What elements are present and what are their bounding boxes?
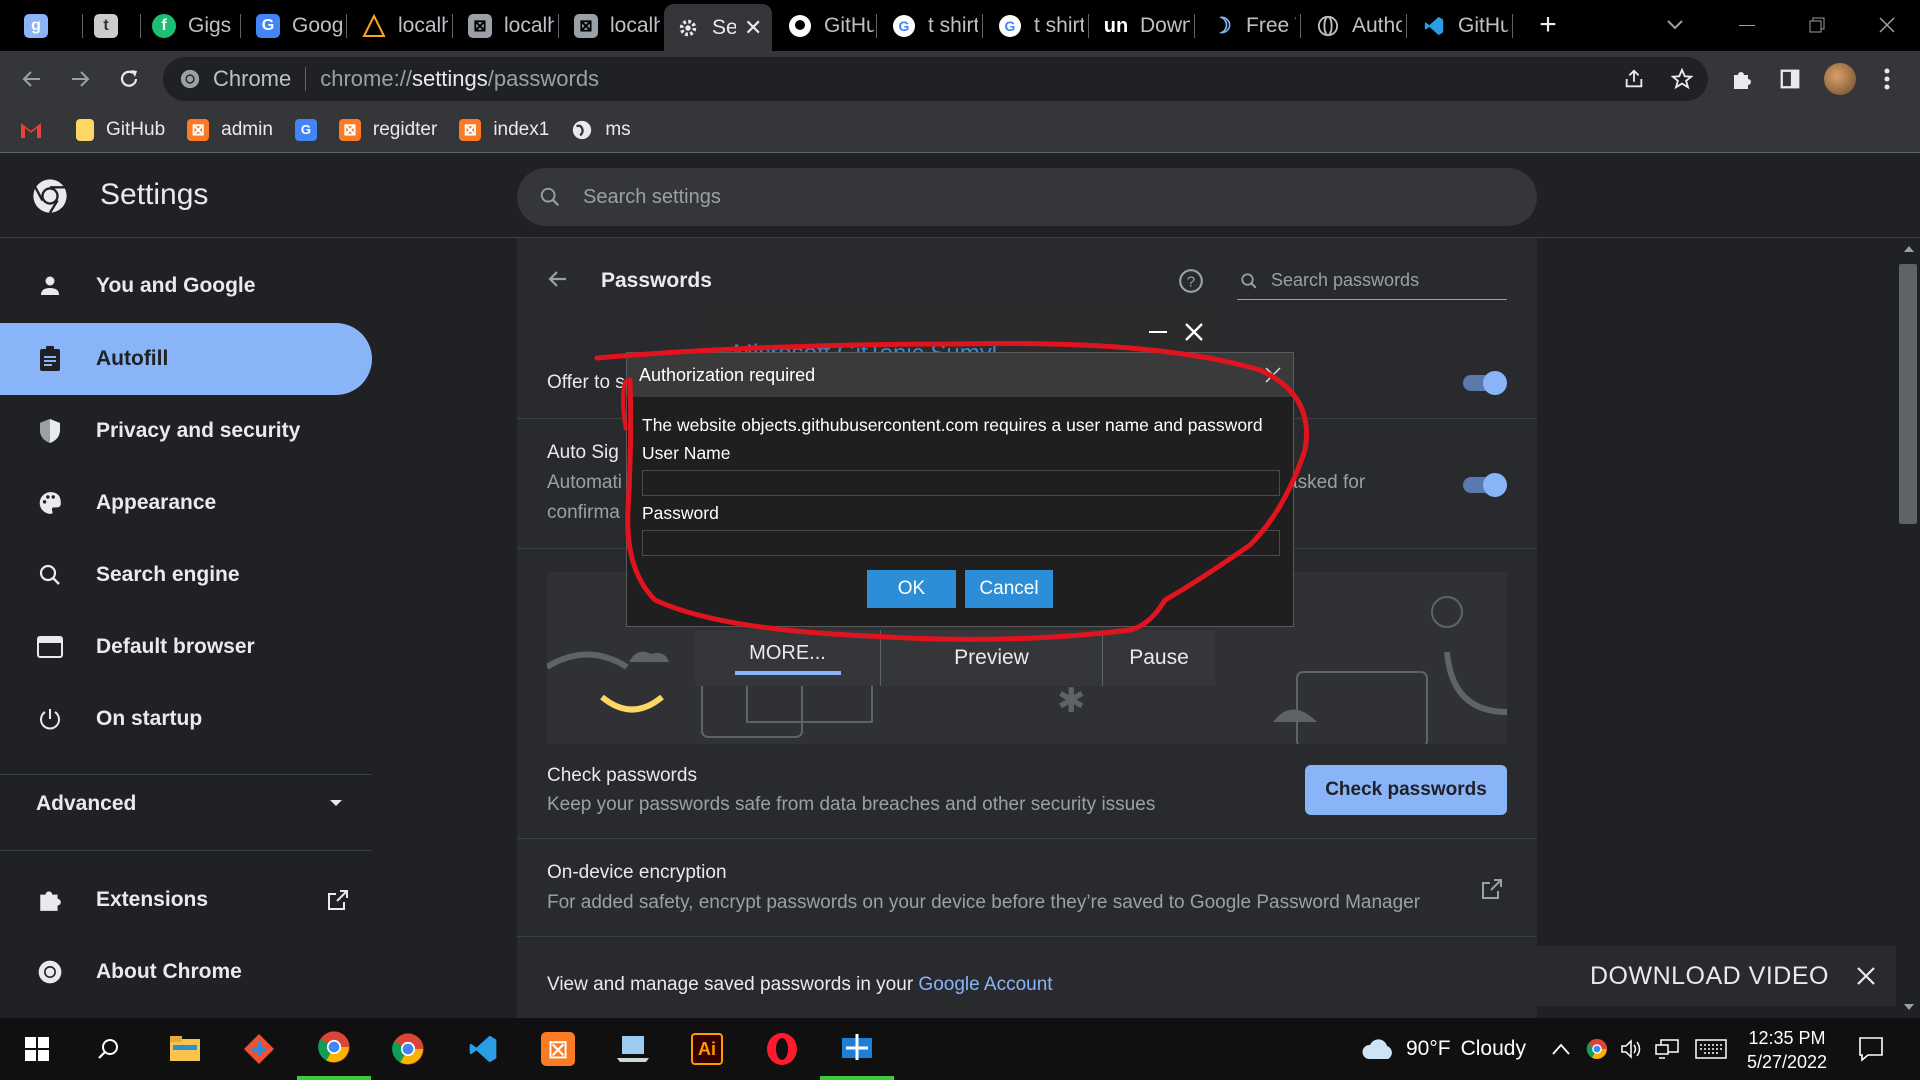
weather-widget[interactable]: 90°F Cloudy xyxy=(1360,1018,1526,1080)
cloud-icon xyxy=(1360,1034,1396,1064)
notifications-icon[interactable] xyxy=(1856,1034,1886,1064)
chrome-profile-taskbar-icon[interactable] xyxy=(371,1018,445,1080)
weather-temp: 90°F xyxy=(1406,1037,1451,1060)
laptop-app-icon[interactable] xyxy=(596,1018,670,1080)
illustrator-taskbar-icon[interactable]: Ai xyxy=(670,1018,744,1080)
weather-desc: Cloudy xyxy=(1460,1037,1526,1060)
download-video-banner[interactable]: DOWNLOAD VIDEO xyxy=(1518,946,1896,1006)
network-icon[interactable] xyxy=(1654,1036,1680,1062)
xampp-taskbar-icon[interactable]: ⊠ xyxy=(521,1018,595,1080)
windows-logo-icon xyxy=(25,1037,49,1061)
start-button[interactable] xyxy=(0,1018,74,1080)
download-video-label: DOWNLOAD VIDEO xyxy=(1590,961,1829,990)
windows-taskbar: ⊠ Ai 90°F Cloudy 12:35 PM 5/27/2022 xyxy=(0,1018,1920,1080)
chrome-taskbar-icon[interactable] xyxy=(297,1018,371,1080)
close-download-icon[interactable] xyxy=(1854,964,1878,988)
clock-date: 5/27/2022 xyxy=(1746,1052,1828,1072)
volume-icon[interactable] xyxy=(1618,1036,1644,1062)
tray-chrome-icon[interactable] xyxy=(1584,1036,1610,1062)
opera-taskbar-icon[interactable] xyxy=(745,1018,819,1080)
system-clock[interactable]: 12:35 PM 5/27/2022 xyxy=(1740,1026,1834,1074)
taskbar-search-icon[interactable] xyxy=(72,1018,146,1080)
snipping-tool-taskbar-icon[interactable] xyxy=(820,1018,894,1080)
keyboard-icon[interactable] xyxy=(1694,1036,1728,1062)
file-explorer-icon[interactable] xyxy=(148,1018,222,1080)
red-annotation-scribble-icon xyxy=(594,341,1309,642)
vscode-taskbar-icon[interactable] xyxy=(446,1018,520,1080)
git-app-icon[interactable] xyxy=(222,1018,296,1080)
tray-chevron-up-icon[interactable] xyxy=(1548,1036,1574,1062)
clock-time: 12:35 PM xyxy=(1748,1028,1826,1048)
